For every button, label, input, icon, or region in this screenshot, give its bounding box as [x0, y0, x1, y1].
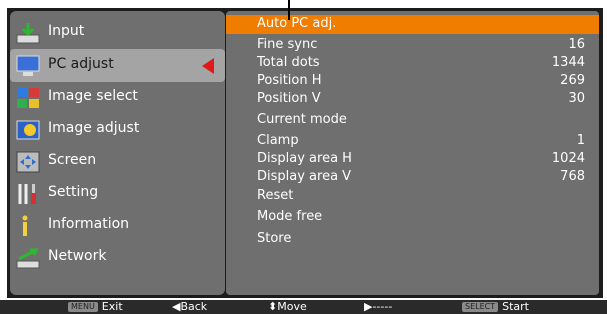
- row-display-area-h[interactable]: Display area H 1024: [226, 150, 599, 169]
- menu-item-label: Input: [48, 23, 85, 39]
- menu-item-label: Screen: [48, 152, 97, 168]
- help-start-label: Start: [502, 300, 529, 313]
- row-label: Mode free: [257, 209, 323, 224]
- help-exit-label: Exit: [101, 300, 123, 313]
- row-value: 1: [576, 133, 585, 148]
- info-icon: [22, 215, 28, 236]
- network-icon: [16, 248, 40, 269]
- row-auto-pc-adj[interactable]: Auto PC adj.: [226, 15, 599, 34]
- row-value: 269: [560, 73, 585, 88]
- row-label: Store: [257, 231, 292, 246]
- row-label: Total dots: [257, 55, 320, 70]
- row-label: Current mode: [257, 112, 347, 127]
- row-position-h[interactable]: Position H 269: [226, 72, 599, 91]
- help-next: ▶-----: [364, 300, 393, 313]
- help-start: SELECT Start: [462, 300, 529, 314]
- pc-adjust-submenu: Auto PC adj. Fine sync 16 Total dots 134…: [226, 11, 599, 295]
- tools-icon: [18, 184, 36, 204]
- row-mode-free[interactable]: Mode free: [226, 208, 599, 227]
- image-adjust-icon: [16, 120, 40, 140]
- help-exit: MENU Exit: [68, 300, 123, 314]
- input-arrow-icon: [16, 23, 40, 44]
- selected-arrow-icon: [202, 58, 214, 74]
- help-move: ⬍Move: [268, 300, 307, 313]
- row-reset[interactable]: Reset: [226, 187, 599, 206]
- callout-pointer-line: [288, 0, 290, 20]
- row-label: Position V: [257, 91, 321, 106]
- row-display-area-v[interactable]: Display area V 768: [226, 168, 599, 187]
- row-position-v[interactable]: Position V 30: [226, 90, 599, 109]
- monitor-icon: [16, 55, 40, 76]
- row-label: Auto PC adj.: [257, 16, 337, 31]
- menu-item-label: Image select: [48, 88, 138, 104]
- image-select-icon: [17, 88, 39, 108]
- row-value: 1344: [551, 55, 585, 70]
- row-store[interactable]: Store: [226, 230, 599, 249]
- row-label: Clamp: [257, 133, 299, 148]
- menu-item-image-adjust[interactable]: Image adjust: [10, 114, 225, 145]
- select-key-icon: SELECT: [462, 302, 499, 312]
- row-label: Fine sync: [257, 37, 318, 52]
- menu-item-label: Setting: [48, 184, 99, 200]
- menu-item-label: Network: [48, 248, 107, 264]
- menu-item-label: Image adjust: [48, 120, 140, 136]
- menu-item-information[interactable]: Information: [10, 210, 225, 241]
- row-value: 30: [568, 91, 585, 106]
- menu-item-pc-adjust[interactable]: PC adjust: [10, 49, 225, 82]
- row-current-mode[interactable]: Current mode: [226, 111, 599, 130]
- menu-item-label: PC adjust: [48, 56, 114, 72]
- screen-icon: [16, 151, 40, 173]
- row-value: 768: [560, 169, 585, 184]
- row-label: Display area V: [257, 169, 352, 184]
- menu-item-setting[interactable]: Setting: [10, 178, 225, 209]
- row-clamp[interactable]: Clamp 1: [226, 132, 599, 151]
- menu-item-label: Information: [48, 216, 130, 232]
- row-label: Position H: [257, 73, 322, 88]
- help-back: ◀Back: [172, 300, 208, 313]
- help-bar: MENU Exit ◀Back ⬍Move ▶----- SELECT Start: [0, 300, 607, 314]
- row-value: 16: [568, 37, 585, 52]
- row-label: Reset: [257, 188, 294, 203]
- row-label: Display area H: [257, 151, 352, 166]
- menu-item-image-select[interactable]: Image select: [10, 82, 225, 113]
- menu-item-network[interactable]: Network: [10, 242, 225, 273]
- row-total-dots[interactable]: Total dots 1344: [226, 54, 599, 73]
- main-menu: Input PC adjust Image select Image adjus…: [10, 11, 225, 295]
- menu-item-input[interactable]: Input: [10, 17, 225, 48]
- menu-key-icon: MENU: [68, 302, 98, 312]
- row-fine-sync[interactable]: Fine sync 16: [226, 36, 599, 55]
- menu-item-screen[interactable]: Screen: [10, 146, 225, 177]
- row-value: 1024: [551, 151, 585, 166]
